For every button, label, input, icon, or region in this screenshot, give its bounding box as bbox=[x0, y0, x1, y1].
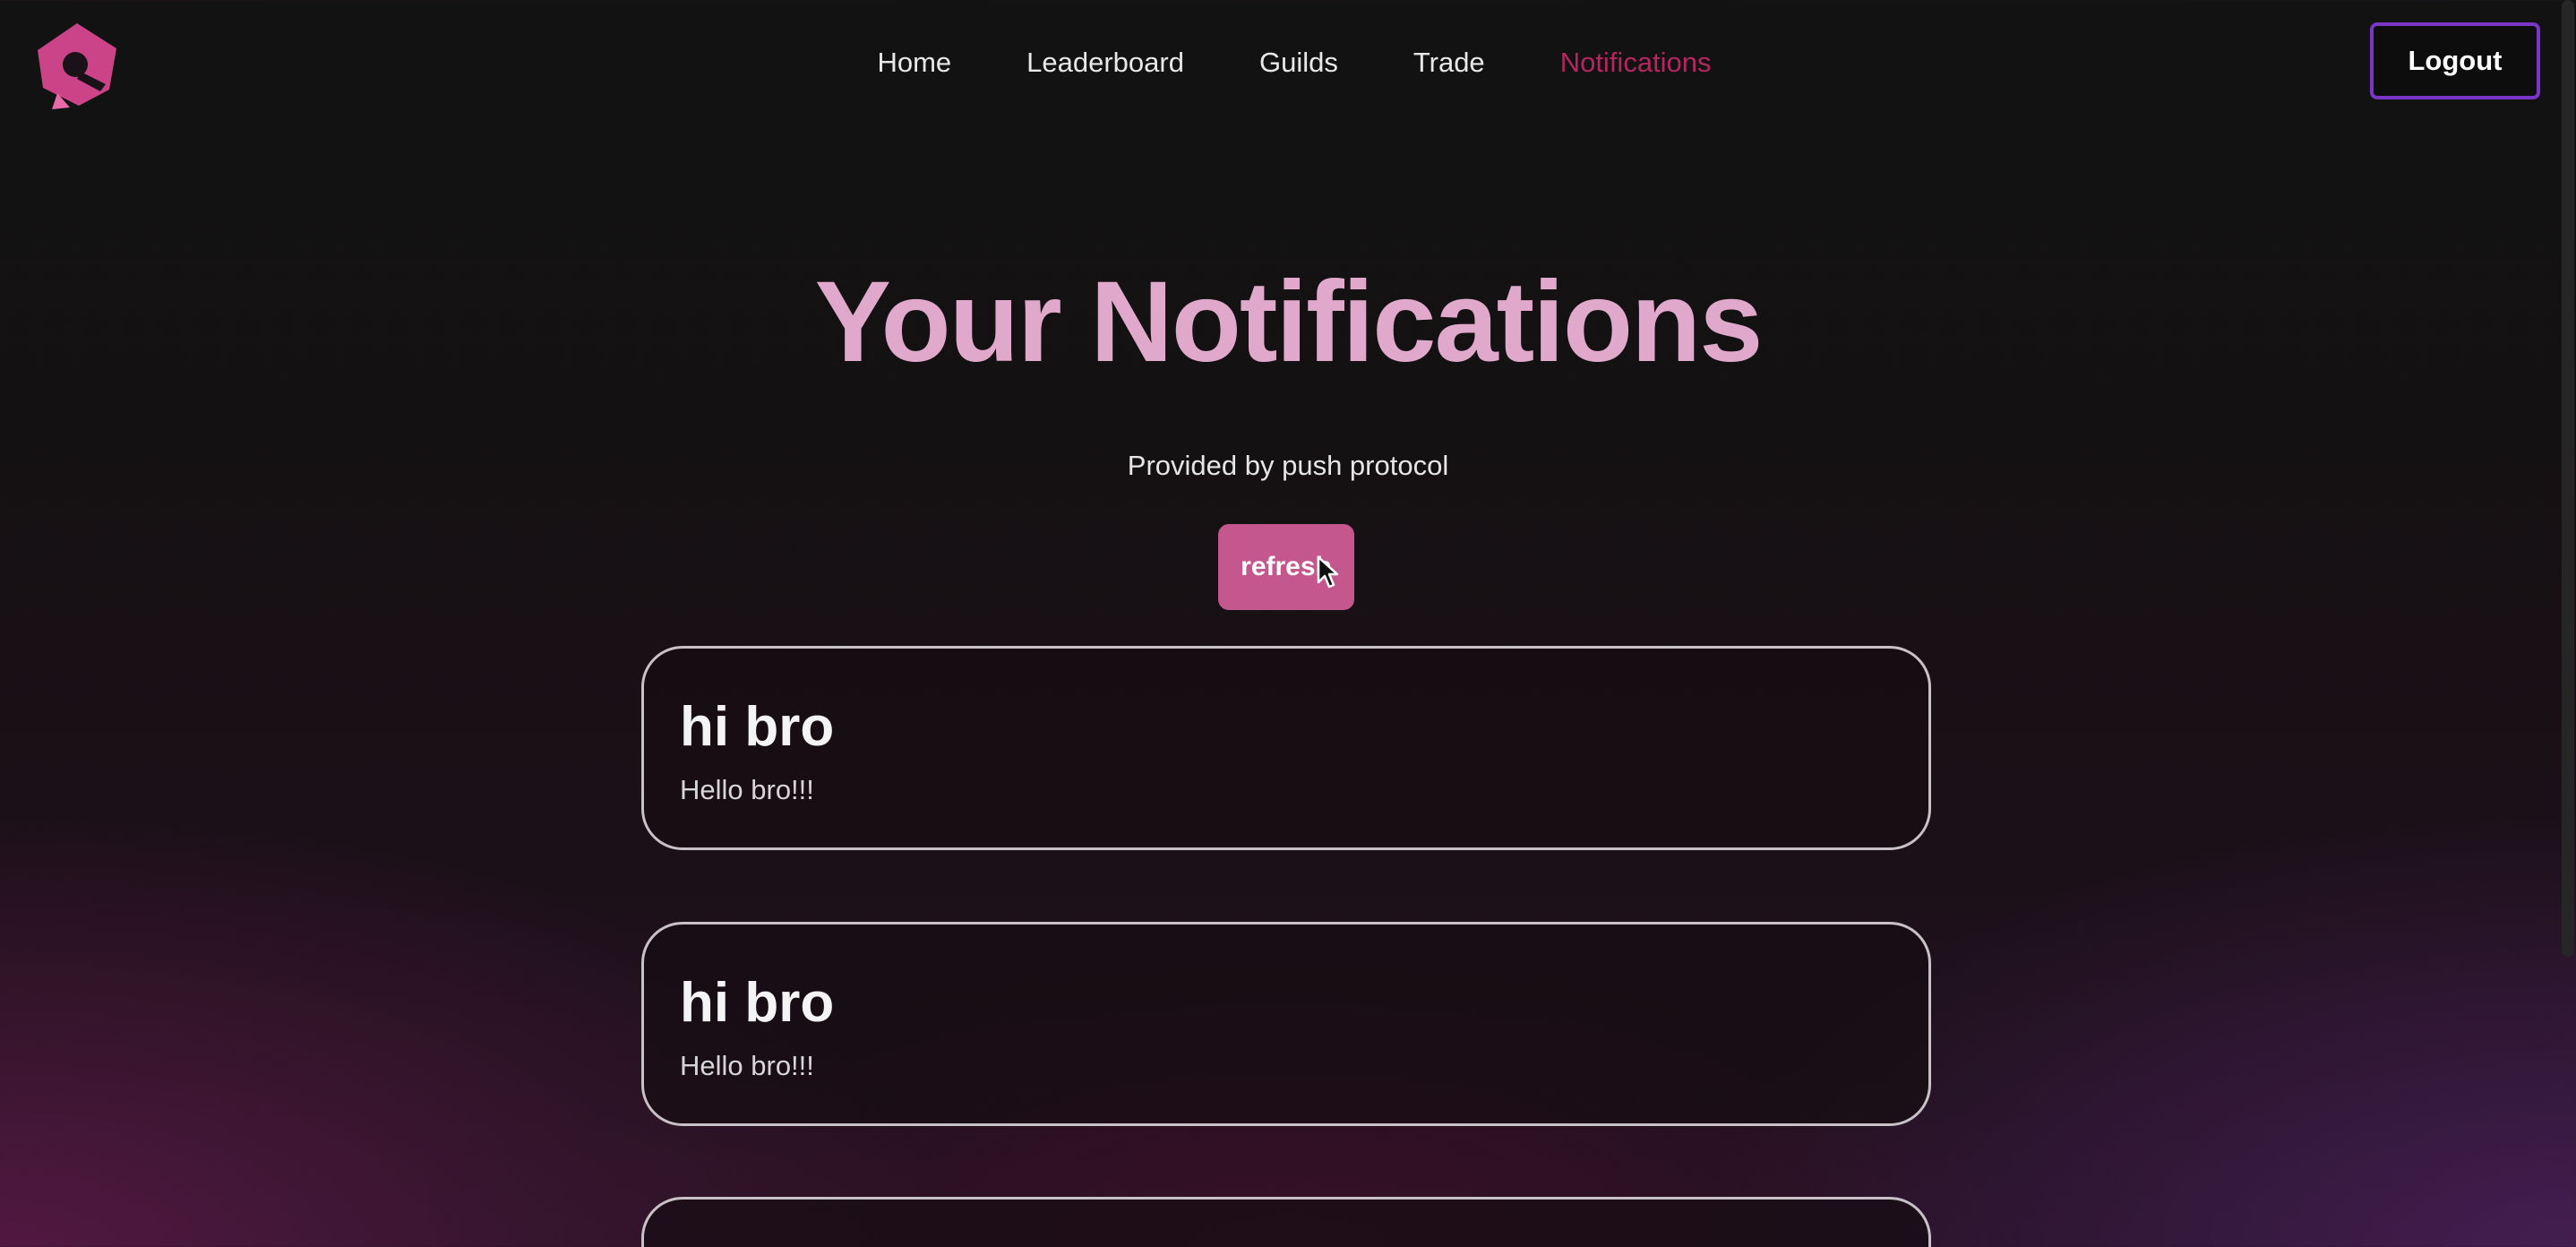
notification-body: Hello bro!!! bbox=[680, 774, 814, 805]
notification-card[interactable] bbox=[641, 1197, 1931, 1247]
nav-home[interactable]: Home bbox=[877, 47, 951, 79]
notification-body: Hello bro!!! bbox=[680, 1050, 814, 1081]
main-nav: Home Leaderboard Guilds Trade Notificati… bbox=[0, 36, 2576, 90]
logout-button[interactable]: Logout bbox=[2370, 22, 2540, 99]
refresh-button[interactable]: refresh bbox=[1218, 524, 1354, 610]
page-scrollbar[interactable] bbox=[2562, 0, 2574, 957]
nav-trade[interactable]: Trade bbox=[1413, 47, 1485, 79]
provider-subtitle: Provided by push protocol bbox=[1127, 450, 1449, 481]
notification-card[interactable]: hi bro Hello bro!!! bbox=[641, 922, 1931, 1126]
notification-card[interactable]: hi bro Hello bro!!! bbox=[641, 646, 1931, 850]
page-title: Your Notifications bbox=[814, 258, 1764, 386]
nav-notifications[interactable]: Notifications bbox=[1560, 47, 1712, 79]
nav-guilds[interactable]: Guilds bbox=[1259, 47, 1338, 79]
notification-title: hi bro bbox=[680, 696, 835, 758]
nav-leaderboard[interactable]: Leaderboard bbox=[1026, 47, 1184, 79]
notification-title: hi bro bbox=[680, 972, 835, 1034]
